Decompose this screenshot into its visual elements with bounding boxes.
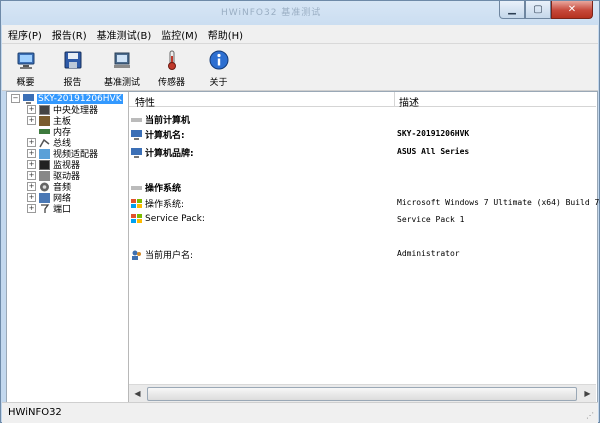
summary-icon — [17, 52, 34, 69]
column-divider[interactable] — [394, 92, 395, 106]
drive-icon — [39, 170, 50, 181]
maximize-button[interactable]: ▢ — [525, 1, 551, 19]
section-title: 当前计算机 — [145, 116, 191, 126]
detail-label: 当前用户名: — [145, 251, 194, 261]
expand-icon[interactable]: + — [27, 138, 36, 147]
expand-icon[interactable]: + — [27, 204, 36, 213]
thermometer-icon — [167, 50, 176, 70]
menu-bar: 程序(P) 报告(R) 基准测试(B) 监控(M) 帮助(H) — [2, 25, 598, 44]
main-panel: − SKY-20191206HVK + 中央处理器 + 主板 内存 + 总线 +… — [6, 91, 600, 403]
detail-row-computer-brand[interactable]: 计算机品牌: — [129, 146, 194, 159]
column-description[interactable]: 描述 — [399, 94, 419, 109]
summary-label: 概要 — [16, 78, 35, 88]
detail-label: 计算机名: — [145, 131, 185, 141]
menu-benchmark[interactable]: 基准测试(B) — [93, 27, 156, 42]
save-icon — [64, 51, 81, 69]
column-feature[interactable]: 特性 — [135, 94, 155, 109]
computer-name-value: SKY-20191206HVK — [397, 129, 470, 138]
tree-item-label: 端口 — [53, 205, 72, 215]
detail-label: 计算机品牌: — [145, 149, 194, 159]
os-value: Microsoft Windows 7 Ultimate (x64) Build… — [397, 198, 600, 207]
window-controls: ▁ ▢ ✕ — [499, 1, 593, 19]
detail-label: 操作系统: — [145, 200, 185, 210]
sensors-button[interactable]: 传感器 — [148, 44, 195, 90]
expand-icon[interactable]: + — [27, 160, 36, 169]
menu-report[interactable]: 报告(R) — [48, 27, 91, 42]
summary-button[interactable]: 概要 — [2, 44, 49, 90]
about-label: 关于 — [209, 78, 228, 88]
report-label: 报告 — [63, 78, 82, 88]
port-icon — [41, 203, 50, 213]
info-icon — [209, 50, 228, 70]
horizontal-scrollbar[interactable]: ◀ ▶ — [129, 384, 596, 402]
scroll-right-icon[interactable]: ▶ — [579, 385, 596, 402]
windows-icon — [131, 198, 142, 208]
computer-icon — [131, 129, 142, 140]
minimize-button[interactable]: ▁ — [499, 1, 525, 19]
benchmark-icon — [114, 52, 130, 68]
section-icon — [131, 185, 142, 190]
audio-icon — [40, 182, 49, 191]
benchmark-label: 基准测试 — [103, 78, 140, 88]
detail-header: 特性 描述 — [129, 92, 596, 109]
detail-row-os[interactable]: 操作系统: — [129, 197, 184, 210]
bus-icon — [39, 138, 50, 147]
menu-help[interactable]: 帮助(H) — [204, 27, 247, 42]
video-adapter-icon — [39, 148, 50, 159]
window-title: HWiNFO32 基准测试 — [221, 8, 322, 18]
report-button[interactable]: 报告 — [49, 44, 96, 90]
detail-row-service-pack[interactable]: Service Pack: — [129, 214, 205, 224]
device-tree: − SKY-20191206HVK + 中央处理器 + 主板 内存 + 总线 +… — [7, 92, 129, 402]
expand-icon[interactable]: + — [27, 105, 36, 114]
sensors-label: 传感器 — [157, 78, 185, 88]
expand-icon[interactable]: + — [27, 182, 36, 191]
scrollbar-thumb[interactable] — [147, 387, 577, 401]
expand-icon[interactable]: + — [27, 149, 36, 158]
expand-icon[interactable]: + — [27, 171, 36, 180]
status-text: HWiNFO32 — [8, 407, 62, 418]
menu-program[interactable]: 程序(P) — [4, 27, 46, 42]
motherboard-icon — [39, 115, 50, 126]
app-window: HWiNFO32 基准测试 ▁ ▢ ✕ 程序(P) 报告(R) 基准测试(B) … — [0, 0, 600, 423]
section-title: 操作系统 — [145, 184, 182, 194]
memory-icon — [39, 129, 50, 134]
tree-root-label: SKY-20191206HVK — [37, 93, 123, 104]
computer-icon — [131, 147, 142, 158]
expand-icon[interactable]: + — [27, 193, 36, 202]
detail-label: Service Pack: — [145, 214, 205, 224]
section-current-computer: 当前计算机 — [129, 113, 190, 126]
computer-brand-value: ASUS All Series — [397, 147, 470, 156]
monitor-icon — [39, 159, 50, 170]
close-button[interactable]: ✕ — [551, 1, 593, 19]
scroll-left-icon[interactable]: ◀ — [129, 385, 146, 402]
cpu-icon — [39, 104, 50, 115]
menu-monitor[interactable]: 监控(M) — [157, 27, 201, 42]
windows-icon — [131, 214, 142, 223]
section-operating-system: 操作系统 — [129, 181, 181, 194]
resize-grip-icon[interactable]: ⋰ — [586, 411, 596, 421]
service-pack-value: Service Pack 1 — [397, 215, 465, 224]
computer-icon — [23, 93, 34, 104]
toolbar: 概要 报告 基准测试 传感器 关于 — [2, 44, 598, 91]
tree-item-ports[interactable]: + 端口 — [27, 203, 72, 215]
network-icon — [39, 192, 50, 203]
benchmark-button[interactable]: 基准测试 — [96, 44, 148, 90]
collapse-icon[interactable]: − — [11, 94, 20, 103]
about-button[interactable]: 关于 — [195, 44, 242, 90]
status-bar: HWiNFO32 ⋰ — [2, 402, 598, 423]
user-value: Administrator — [397, 249, 460, 258]
section-icon — [131, 117, 142, 122]
detail-row-computer-name[interactable]: 计算机名: — [129, 128, 185, 141]
expand-icon[interactable]: + — [27, 116, 36, 125]
title-bar[interactable]: HWiNFO32 基准测试 ▁ ▢ ✕ — [1, 1, 599, 24]
detail-row-user[interactable]: 当前用户名: — [129, 248, 193, 261]
user-icon — [132, 250, 141, 260]
